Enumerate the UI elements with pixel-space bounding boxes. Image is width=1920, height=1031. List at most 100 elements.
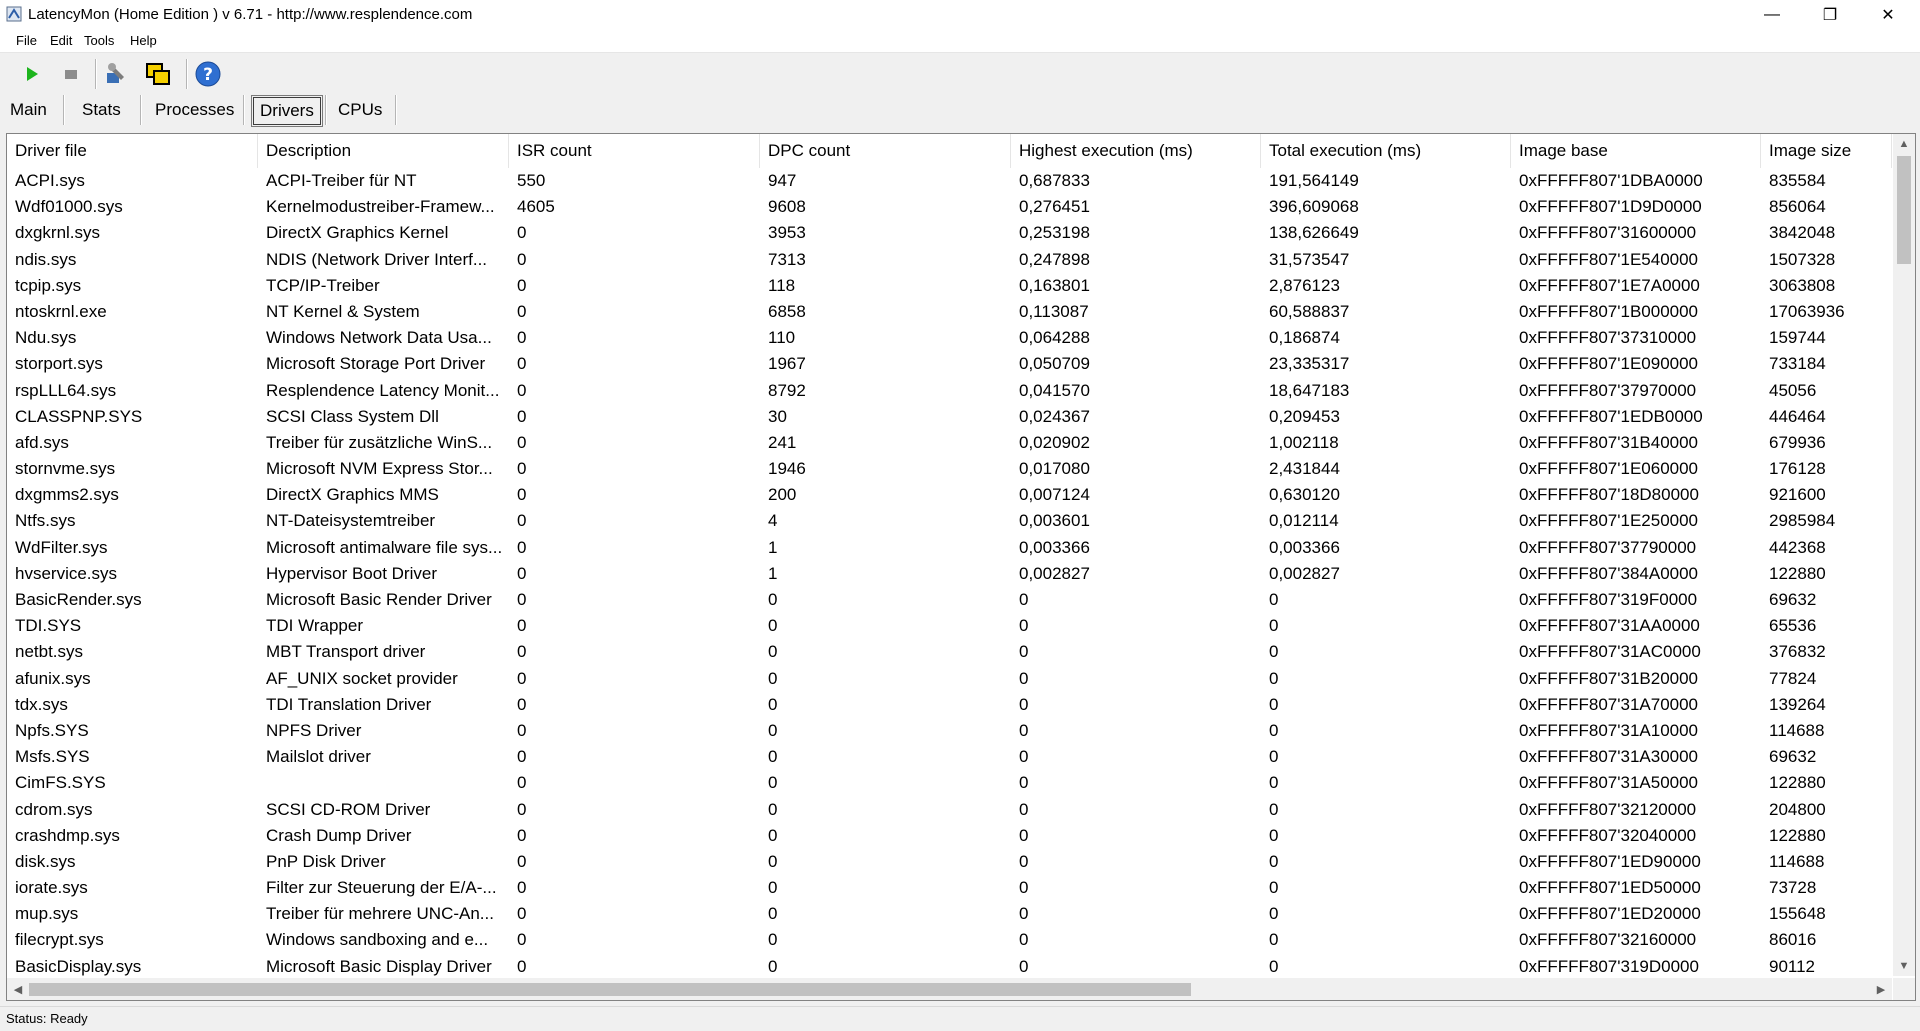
table-row[interactable]: tdx.sys TDI Translation Driver 0 0 0 0 0xFFFFF… — [7, 692, 1892, 718]
horizontal-scroll-thumb[interactable] — [29, 983, 1191, 996]
table-row[interactable]: ntoskrnl.exe NT Kernel & System 0 6858 0,113… — [7, 299, 1892, 325]
table-row[interactable]: Ntfs.sys NT-Dateisystemtreiber 0 4 0,003601 0… — [7, 508, 1892, 534]
table-row[interactable]: Msfs.SYS Mailslot driver 0 0 0 0 0xFFFFF807'31… — [7, 744, 1892, 770]
cell-isr-count: 0 — [517, 563, 527, 583]
cell-driver-file: afd.sys — [15, 432, 69, 452]
table-row[interactable]: rspLLL64.sys Resplendence Latency Monit..… — [7, 378, 1892, 404]
cell-image-base: 0xFFFFF807'1ED20000 — [1519, 904, 1701, 924]
cell-driver-file: netbt.sys — [15, 642, 84, 662]
table-row[interactable]: ACPI.sys ACPI-Treiber für NT 550 947 0,68783… — [7, 168, 1892, 194]
table-row[interactable]: cdrom.sys SCSI CD-ROM Driver 0 0 0 0 0xFFFFF80… — [7, 797, 1892, 823]
cell-isr-count: 0 — [517, 799, 527, 819]
cell-isr-count: 0 — [517, 747, 527, 767]
menu-help[interactable]: Help — [130, 33, 157, 48]
table-body: ACPI.sys ACPI-Treiber für NT 550 947 0,68783… — [7, 168, 1892, 980]
restore-icon: ❐ — [1822, 7, 1838, 24]
table-row[interactable]: tcpip.sys TCP/IP-Treiber 0 118 0,163801 2,876… — [7, 273, 1892, 299]
menu-edit[interactable]: Edit — [50, 33, 72, 48]
table-row[interactable]: afd.sys Treiber für zusätzliche WinS... 0 2… — [7, 430, 1892, 456]
vertical-scrollbar[interactable]: ▲ ▼ — [1893, 134, 1915, 976]
cell-image-base: 0xFFFFF807'31AC0000 — [1519, 642, 1701, 662]
cell-dpc-count: 0 — [768, 956, 778, 976]
table-row[interactable]: dxgmms2.sys DirectX Graphics MMS 0 200 0,007… — [7, 482, 1892, 508]
cell-total-execution: 0 — [1269, 851, 1279, 871]
scroll-up-button[interactable]: ▲ — [1893, 134, 1915, 154]
table-row[interactable]: CimFS.SYS 0 0 0 0 0xFFFFF807'31A50000 122880 — [7, 770, 1892, 796]
table-row[interactable]: dxgkrnl.sys DirectX Graphics Kernel 0 3953 0… — [7, 220, 1892, 246]
table-row[interactable]: TDI.SYS TDI Wrapper 0 0 0 0 0xFFFFF807'31AA000… — [7, 613, 1892, 639]
column-header-highest-execution[interactable]: Highest execution (ms) — [1011, 134, 1261, 168]
cell-highest-execution: 0,276451 — [1019, 197, 1090, 217]
table-row[interactable]: hvservice.sys Hypervisor Boot Driver 0 1 0,0… — [7, 561, 1892, 587]
cell-highest-execution: 0,687833 — [1019, 171, 1090, 190]
stop-icon — [65, 70, 77, 79]
cell-driver-file: Msfs.SYS — [15, 747, 90, 767]
table-row[interactable]: afunix.sys AF_UNIX socket provider 0 0 0 0 0xF… — [7, 666, 1892, 692]
start-button[interactable] — [18, 60, 46, 88]
cell-image-size: 856064 — [1769, 197, 1826, 217]
table-row[interactable]: ndis.sys NDIS (Network Driver Interf... 0 7… — [7, 247, 1892, 273]
maximize-button[interactable]: ❐ — [1801, 0, 1859, 30]
cell-image-size: 733184 — [1769, 354, 1826, 374]
table-row[interactable]: storport.sys Microsoft Storage Port Drive… — [7, 351, 1892, 377]
table-row[interactable]: iorate.sys Filter zur Steuerung der E/A-.… — [7, 875, 1892, 901]
windows-button[interactable] — [144, 60, 172, 88]
cell-description: Windows sandboxing and e... — [266, 930, 489, 950]
cell-driver-file: cdrom.sys — [15, 799, 93, 819]
table-row[interactable]: netbt.sys MBT Transport driver 0 0 0 0 0xFFFFF… — [7, 639, 1892, 665]
menu-tools[interactable]: Tools — [84, 33, 114, 48]
status-text: Status: Ready — [6, 1011, 88, 1026]
table-row[interactable]: crashdmp.sys Crash Dump Driver 0 0 0 0 0xFFFFF… — [7, 823, 1892, 849]
table-row[interactable]: WdFilter.sys Microsoft antimalware file s… — [7, 535, 1892, 561]
tab-processes[interactable]: Processes — [149, 97, 240, 123]
tab-stats[interactable]: Stats — [76, 97, 127, 123]
horizontal-scrollbar[interactable]: ◀ ▶ — [7, 978, 1892, 1000]
column-header-image-base[interactable]: Image base — [1511, 134, 1761, 168]
menu-file[interactable]: File — [16, 33, 37, 48]
close-button[interactable]: ✕ — [1859, 0, 1917, 30]
minimize-button[interactable]: — — [1743, 0, 1801, 30]
scroll-down-button[interactable]: ▼ — [1893, 956, 1915, 976]
tab-cpus[interactable]: CPUs — [332, 97, 388, 123]
column-header-description[interactable]: Description — [258, 134, 509, 168]
cell-highest-execution: 0,007124 — [1019, 485, 1090, 505]
table-row[interactable]: filecrypt.sys Windows sandboxing and e...… — [7, 927, 1892, 953]
cell-driver-file: TDI.SYS — [15, 616, 82, 636]
column-header-dpc-count[interactable]: DPC count — [760, 134, 1011, 168]
table-row[interactable]: Wdf01000.sys Kernelmodustreiber-Framew...… — [7, 194, 1892, 220]
cell-isr-count: 0 — [517, 380, 527, 400]
title-bar: LatencyMon (Home Edition ) v 6.71 - http… — [0, 0, 1920, 30]
table-row[interactable]: disk.sys PnP Disk Driver 0 0 0 0 0xFFFFF807'1E… — [7, 849, 1892, 875]
stop-button[interactable] — [57, 60, 85, 88]
vertical-scroll-thumb[interactable] — [1897, 156, 1911, 264]
tools-button[interactable] — [103, 60, 131, 88]
cell-dpc-count: 0 — [768, 720, 778, 740]
tab-drivers[interactable]: Drivers — [251, 95, 323, 127]
table-row[interactable]: Npfs.SYS NPFS Driver 0 0 0 0 0xFFFFF807'31A100… — [7, 718, 1892, 744]
cell-image-base: 0xFFFFF807'1E250000 — [1519, 511, 1699, 531]
column-header-isr-count[interactable]: ISR count — [509, 134, 760, 168]
cell-dpc-count: 1946 — [768, 459, 806, 479]
cell-total-execution: 0 — [1269, 930, 1279, 950]
cell-driver-file: CimFS.SYS — [15, 773, 106, 793]
cell-driver-file: filecrypt.sys — [15, 930, 104, 950]
table-row[interactable]: CLASSPNP.SYS SCSI Class System Dll 0 30 0,02… — [7, 404, 1892, 430]
tab-main[interactable]: Main — [4, 97, 53, 123]
help-button[interactable]: ? — [194, 60, 222, 88]
column-header-driver-file[interactable]: Driver file — [7, 134, 258, 168]
column-header-total-execution[interactable]: Total execution (ms) — [1261, 134, 1511, 168]
column-header-image-size[interactable]: Image size — [1761, 134, 1892, 168]
table-row[interactable]: BasicRender.sys Microsoft Basic Render Dr… — [7, 587, 1892, 613]
cell-total-execution: 0,630120 — [1269, 485, 1340, 505]
table-row[interactable]: BasicDisplay.sys Microsoft Basic Display … — [7, 954, 1892, 980]
toolbar-separator — [186, 59, 188, 89]
scroll-right-button[interactable]: ▶ — [1870, 979, 1892, 999]
cell-image-base: 0xFFFFF807'31600000 — [1519, 223, 1697, 243]
table-row[interactable]: stornvme.sys Microsoft NVM Express Stor..… — [7, 456, 1892, 482]
cell-image-base: 0xFFFFF807'1E090000 — [1519, 354, 1699, 374]
table-row[interactable]: mup.sys Treiber für mehrere UNC-An... 0 0 0 0… — [7, 901, 1892, 927]
table-row[interactable]: Ndu.sys Windows Network Data Usa... 0 110 0,… — [7, 325, 1892, 351]
cell-dpc-count: 30 — [768, 406, 787, 426]
scroll-left-button[interactable]: ◀ — [7, 979, 29, 999]
drivers-table[interactable]: Driver file Description ISR count DPC co… — [6, 133, 1916, 1001]
